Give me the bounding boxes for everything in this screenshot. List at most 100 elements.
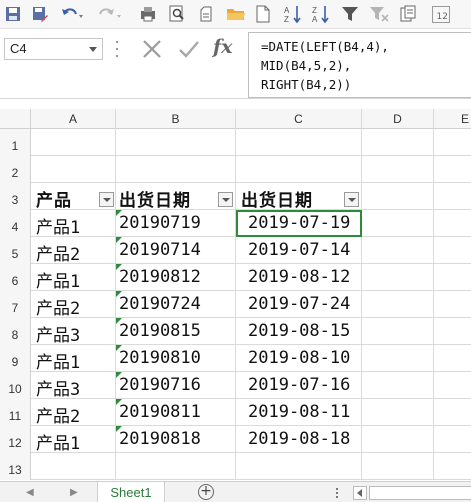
- cell[interactable]: [236, 156, 362, 183]
- cell[interactable]: [434, 318, 471, 345]
- cell[interactable]: 2019-08-10: [236, 345, 362, 372]
- filter-dropdown-icon[interactable]: [344, 192, 359, 207]
- row-header[interactable]: 12: [0, 426, 31, 453]
- header-cell-product[interactable]: 产品: [31, 183, 116, 211]
- cell[interactable]: 20190810: [116, 345, 236, 372]
- undo-icon[interactable]: [58, 4, 86, 24]
- filter-dropdown-icon[interactable]: [99, 192, 114, 207]
- cell[interactable]: [362, 237, 434, 264]
- scroll-left-icon[interactable]: [353, 486, 367, 500]
- row-header[interactable]: 6: [0, 264, 31, 291]
- cell[interactable]: [236, 453, 362, 480]
- column-header-c[interactable]: C: [236, 109, 362, 129]
- cell[interactable]: 2019-08-15: [236, 318, 362, 345]
- subscript-icon[interactable]: 12: [432, 6, 450, 23]
- cell[interactable]: 20190818: [116, 426, 236, 453]
- cell[interactable]: 20190716: [116, 372, 236, 399]
- paste-icon[interactable]: [398, 4, 418, 24]
- cell[interactable]: [434, 453, 471, 480]
- cell[interactable]: [236, 129, 362, 156]
- save-icon[interactable]: [3, 4, 23, 24]
- cell[interactable]: 产品2: [31, 237, 116, 265]
- cell[interactable]: 产品1: [31, 426, 116, 454]
- cell[interactable]: [362, 129, 434, 156]
- filter-icon[interactable]: [340, 4, 360, 24]
- print-icon[interactable]: [196, 4, 216, 24]
- add-sheet-icon[interactable]: +: [198, 484, 214, 500]
- cell[interactable]: [362, 453, 434, 480]
- cell[interactable]: [434, 291, 471, 318]
- cell[interactable]: [434, 129, 471, 156]
- row-header[interactable]: 1: [0, 129, 31, 156]
- cell[interactable]: 20190811: [116, 399, 236, 426]
- cell[interactable]: [116, 129, 236, 156]
- cell[interactable]: [31, 129, 116, 156]
- cell[interactable]: [31, 453, 116, 480]
- row-header[interactable]: 9: [0, 345, 31, 372]
- column-header-e[interactable]: E: [434, 109, 471, 129]
- row-header[interactable]: 10: [0, 372, 31, 399]
- cell[interactable]: [362, 156, 434, 183]
- redo-icon[interactable]: [96, 4, 124, 24]
- row-header[interactable]: 2: [0, 156, 31, 183]
- clear-filter-icon[interactable]: [368, 4, 390, 24]
- cell[interactable]: 2019-08-11: [236, 399, 362, 426]
- confirm-formula-icon[interactable]: [177, 37, 201, 61]
- cell[interactable]: [116, 453, 236, 480]
- cell[interactable]: [434, 210, 471, 237]
- cell[interactable]: [434, 372, 471, 399]
- cell[interactable]: 20190719: [116, 210, 236, 237]
- header-cell-ship-date[interactable]: 出货日期: [116, 183, 236, 211]
- chevron-left-icon[interactable]: ◀: [26, 487, 34, 498]
- cell[interactable]: [434, 264, 471, 291]
- cell[interactable]: 20190812: [116, 264, 236, 291]
- cell[interactable]: 2019-08-12: [236, 264, 362, 291]
- row-header[interactable]: 8: [0, 318, 31, 345]
- cell[interactable]: 2019-07-16: [236, 372, 362, 399]
- active-cell[interactable]: 2019-07-19: [236, 210, 362, 237]
- cell[interactable]: [434, 345, 471, 372]
- column-header-a[interactable]: A: [31, 109, 116, 129]
- cell[interactable]: 2019-07-24: [236, 291, 362, 318]
- print-preview-icon[interactable]: [167, 4, 187, 24]
- cell[interactable]: [362, 426, 434, 453]
- chevron-down-icon[interactable]: [89, 47, 97, 52]
- cell[interactable]: [362, 345, 434, 372]
- cell[interactable]: [434, 426, 471, 453]
- cancel-formula-icon[interactable]: [140, 37, 164, 61]
- cell[interactable]: [362, 399, 434, 426]
- sheet-tab-sheet1[interactable]: Sheet1: [97, 482, 165, 502]
- row-header[interactable]: 3: [0, 183, 31, 210]
- cell[interactable]: [434, 237, 471, 264]
- cell[interactable]: 产品3: [31, 318, 116, 346]
- tab-bar-more-icon[interactable]: [336, 488, 339, 498]
- row-header[interactable]: 4: [0, 210, 31, 237]
- cell[interactable]: [362, 264, 434, 291]
- cell[interactable]: 产品1: [31, 210, 116, 238]
- cell[interactable]: [434, 183, 471, 210]
- chevron-right-icon[interactable]: ▶: [70, 487, 78, 498]
- name-box[interactable]: C4: [4, 38, 103, 60]
- cell[interactable]: [434, 399, 471, 426]
- row-header[interactable]: 13: [0, 453, 31, 480]
- cell[interactable]: [362, 372, 434, 399]
- cell[interactable]: 产品2: [31, 399, 116, 427]
- cell[interactable]: 20190724: [116, 291, 236, 318]
- cell[interactable]: [116, 156, 236, 183]
- select-all-corner[interactable]: [0, 109, 31, 129]
- cell[interactable]: 产品3: [31, 372, 116, 400]
- more-options-icon[interactable]: [115, 41, 119, 57]
- cell[interactable]: [31, 156, 116, 183]
- cell[interactable]: 产品2: [31, 291, 116, 319]
- new-document-icon[interactable]: [254, 4, 272, 24]
- header-cell-ship-date-converted[interactable]: 出货日期: [236, 183, 362, 211]
- insert-function-button[interactable]: fx: [213, 36, 239, 62]
- sort-descending-icon[interactable]: ZA: [311, 4, 331, 24]
- cell[interactable]: 2019-07-14: [236, 237, 362, 264]
- format-painter-icon[interactable]: [138, 4, 158, 24]
- cell[interactable]: [362, 183, 434, 210]
- cell[interactable]: 20190714: [116, 237, 236, 264]
- horizontal-scrollbar[interactable]: [369, 486, 471, 500]
- row-header[interactable]: 5: [0, 237, 31, 264]
- cell[interactable]: [362, 291, 434, 318]
